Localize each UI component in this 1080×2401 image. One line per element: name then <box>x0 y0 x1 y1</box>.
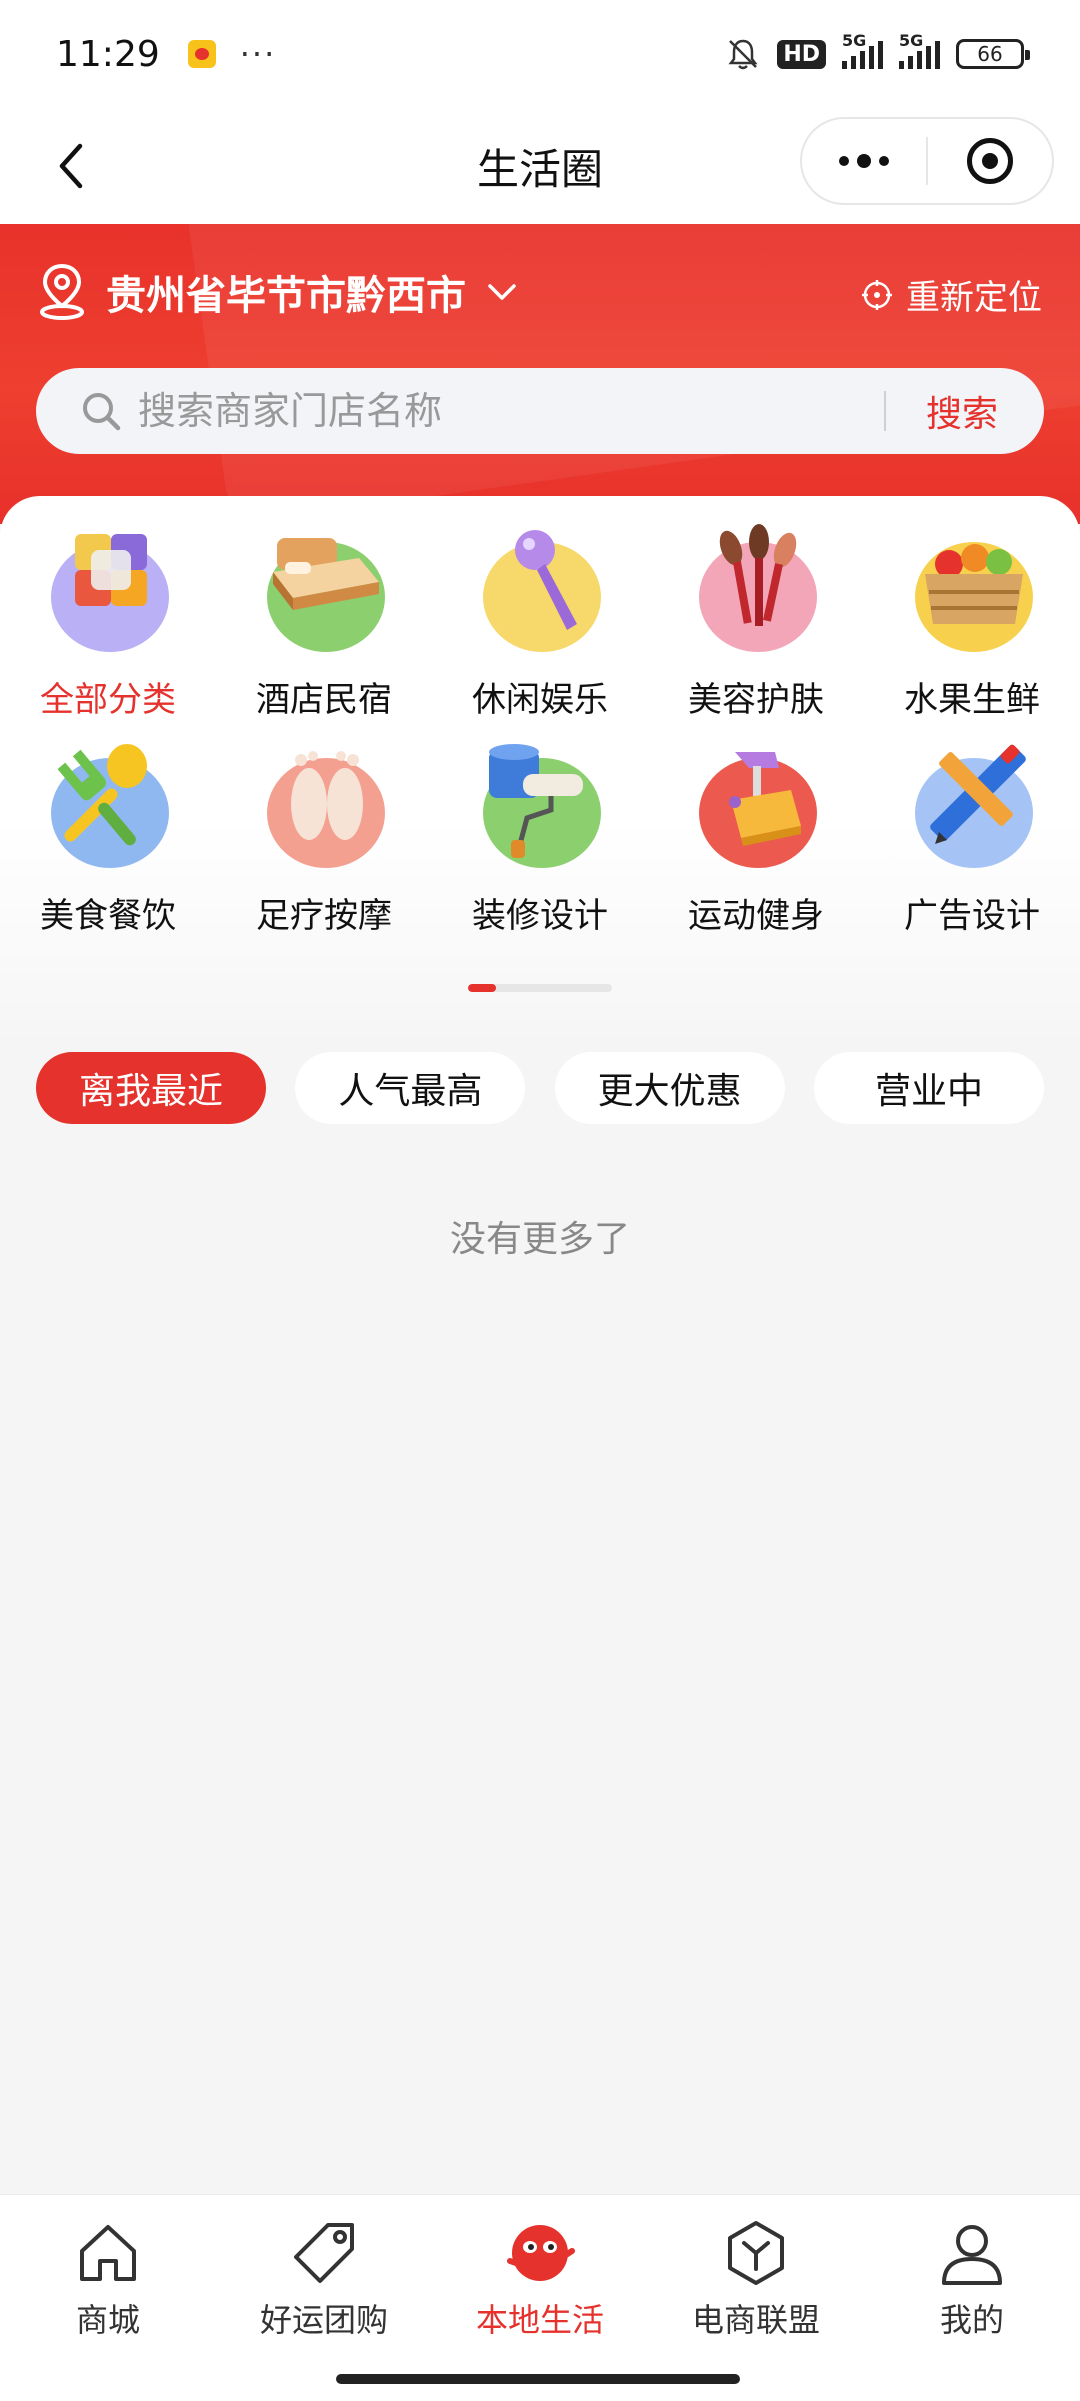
category-entertainment[interactable]: 休闲娱乐 <box>432 524 648 740</box>
status-bar: 11:29 ··· HD 5G 5G 66 <box>0 0 1080 108</box>
more-notifications-icon: ··· <box>239 35 277 73</box>
bottom-tab-bar: 商城 好运团购 本地生活 电商联盟 我的 <box>0 2194 1080 2358</box>
battery-level: 66 <box>977 42 1003 66</box>
tab-ecommerce-alliance[interactable]: 电商联盟 <box>648 2195 864 2358</box>
hexagon-y-icon <box>728 2221 784 2285</box>
home-icon <box>80 2225 136 2281</box>
location-selector[interactable]: 贵州省毕节市黔西市 <box>36 262 520 322</box>
signal-icon: 5G <box>842 31 883 69</box>
category-food[interactable]: 美食餐饮 <box>0 740 216 956</box>
tab-label: 我的 <box>939 2301 1004 2339</box>
location-search-header: 贵州省毕节市黔西市 重新定位 搜索 <box>0 224 1080 524</box>
hotel-bed-icon <box>249 524 399 660</box>
status-time: 11:29 <box>56 33 160 75</box>
category-label: 水果生鲜 <box>904 680 1040 720</box>
category-hotel[interactable]: 酒店民宿 <box>216 524 432 740</box>
mini-program-capsule <box>800 117 1054 205</box>
page-title: 生活圈 <box>476 144 603 194</box>
makeup-brush-icon <box>681 524 831 660</box>
weibo-notification-icon <box>187 40 216 68</box>
local-life-mascot-icon <box>507 2225 575 2281</box>
signal-label: 5G <box>842 31 867 50</box>
tag-icon <box>294 2223 354 2283</box>
paint-roller-icon <box>465 740 615 876</box>
category-beauty[interactable]: 美容护肤 <box>648 524 864 740</box>
category-page-indicator <box>468 984 612 992</box>
user-icon <box>942 2225 1002 2285</box>
search-button[interactable]: 搜索 <box>926 385 998 437</box>
category-label: 运动健身 <box>688 896 824 936</box>
microphone-icon <box>465 524 615 660</box>
relocate-button[interactable]: 重新定位 <box>860 270 1042 319</box>
hd-badge: HD <box>777 39 826 69</box>
current-location: 贵州省毕节市黔西市 <box>106 273 466 319</box>
tab-label: 好运团购 <box>259 2301 388 2339</box>
nav-bar: 生活圈 <box>0 108 1080 224</box>
close-mini-program-button[interactable] <box>928 119 1052 203</box>
category-ad-design[interactable]: 广告设计 <box>864 740 1080 956</box>
back-button[interactable] <box>40 134 104 198</box>
category-label: 广告设计 <box>904 896 1040 936</box>
tab-label: 商城 <box>75 2301 140 2339</box>
crosshair-icon <box>862 279 892 310</box>
category-grid: 全部分类 酒店民宿 休闲娱乐 美容护肤 水果生鲜 美食餐饮 足疗按摩 装修设计 … <box>0 524 1080 956</box>
category-label: 装修设计 <box>472 896 608 936</box>
category-all[interactable]: 全部分类 <box>0 524 216 740</box>
bell-muted-icon <box>728 39 758 70</box>
fork-spoon-icon <box>33 740 183 876</box>
all-categories-cube-icon <box>33 524 183 660</box>
fruit-crate-icon <box>897 524 1047 660</box>
category-label: 美容护肤 <box>688 680 824 720</box>
battery-icon: 66 <box>956 39 1030 69</box>
location-pin-icon <box>40 263 84 320</box>
tab-mall[interactable]: 商城 <box>0 2195 216 2358</box>
filter-nearest[interactable]: 离我最近 <box>36 1052 266 1124</box>
feet-icon <box>249 740 399 876</box>
signal-icon: 5G <box>899 31 940 69</box>
category-page-indicator-fill <box>468 984 496 992</box>
chevron-down-icon <box>488 284 516 300</box>
ruler-pencil-icon <box>897 740 1047 876</box>
target-icon <box>966 138 1013 184</box>
tab-group-buy[interactable]: 好运团购 <box>216 2195 432 2358</box>
search-bar: 搜索 <box>36 368 1044 454</box>
home-indicator[interactable] <box>336 2374 740 2384</box>
filter-open-now[interactable]: 营业中 <box>813 1052 1044 1124</box>
relocate-label: 重新定位 <box>906 278 1042 318</box>
filter-best-discount[interactable]: 更大优惠 <box>554 1052 785 1124</box>
search-icon <box>83 393 121 431</box>
more-menu-button[interactable] <box>802 119 926 203</box>
category-label: 全部分类 <box>40 680 176 720</box>
search-divider <box>883 391 886 431</box>
fitness-gear-icon <box>681 740 831 876</box>
category-renovation[interactable]: 装修设计 <box>432 740 648 956</box>
chevron-left-icon <box>59 143 83 189</box>
category-foot-massage[interactable]: 足疗按摩 <box>216 740 432 956</box>
search-input[interactable] <box>138 389 884 433</box>
category-label: 酒店民宿 <box>256 680 392 720</box>
signal-label: 5G <box>899 31 924 50</box>
category-fresh-fruit[interactable]: 水果生鲜 <box>864 524 1080 740</box>
category-fitness[interactable]: 运动健身 <box>648 740 864 956</box>
empty-list-message: 没有更多了 <box>449 1219 630 1260</box>
tab-label: 本地生活 <box>475 2301 604 2339</box>
category-label: 休闲娱乐 <box>472 680 608 720</box>
tab-mine[interactable]: 我的 <box>864 2195 1080 2358</box>
sort-filter-bar: 离我最近 人气最高 更大优惠 营业中 <box>36 1052 1044 1124</box>
category-label: 足疗按摩 <box>256 896 392 936</box>
tab-label: 电商联盟 <box>691 2301 820 2339</box>
filter-most-popular[interactable]: 人气最高 <box>295 1052 526 1124</box>
tab-local-life[interactable]: 本地生活 <box>432 2195 648 2358</box>
category-label: 美食餐饮 <box>40 896 176 936</box>
category-panel: 全部分类 酒店民宿 休闲娱乐 美容护肤 水果生鲜 美食餐饮 足疗按摩 装修设计 … <box>0 496 1080 1036</box>
